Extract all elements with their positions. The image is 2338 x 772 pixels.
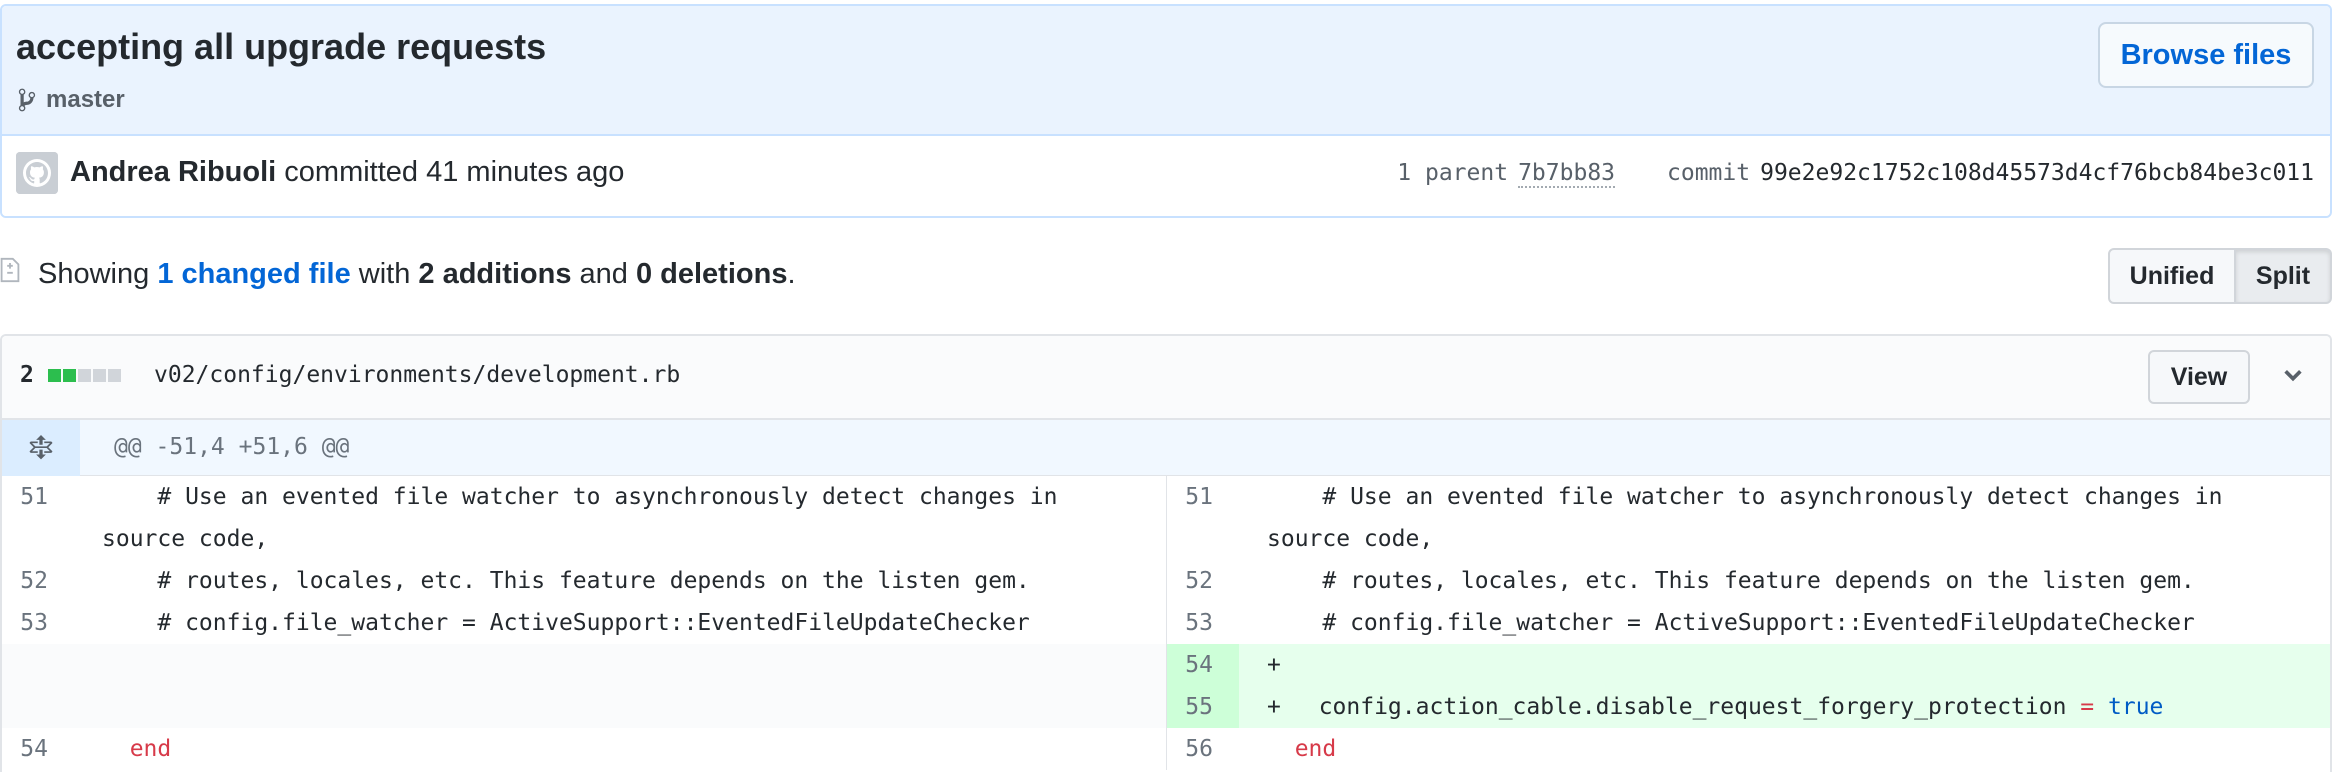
deletions-count: 0 deletions bbox=[635, 258, 788, 290]
line-number[interactable]: 51 bbox=[2, 476, 74, 560]
expand-hunk-button[interactable] bbox=[2, 420, 80, 476]
parent-sha-link[interactable]: 7b7bb83 bbox=[1518, 160, 1616, 188]
branch-label[interactable]: master bbox=[16, 86, 125, 114]
toc-with: with bbox=[350, 258, 419, 290]
line-number[interactable]: 55 bbox=[1167, 686, 1239, 728]
line-number[interactable]: 56 bbox=[1167, 728, 1239, 770]
github-avatar-icon bbox=[16, 152, 58, 194]
diffstat-count: 2 bbox=[20, 362, 34, 388]
diff-row: 54 end bbox=[2, 728, 1166, 770]
view-file-button[interactable]: View bbox=[2148, 350, 2250, 404]
diff-row: 52 # routes, locales, etc. This feature … bbox=[1167, 560, 2330, 602]
line-number[interactable]: 51 bbox=[1167, 476, 1239, 560]
code-line: # config.file_watcher = ActiveSupport::E… bbox=[102, 610, 1030, 636]
commit-sha[interactable]: 99e2e92c1752c108d45573d4cf76bcb84be3c011 bbox=[1760, 160, 2314, 188]
hunk-range: @@ -51,4 +51,6 @@ bbox=[114, 434, 350, 460]
commit-title: accepting all upgrade requests bbox=[16, 26, 547, 67]
diff-right-pane: 51 # Use an evented file watcher to asyn… bbox=[1166, 476, 2330, 770]
browse-files-button[interactable]: Browse files bbox=[2098, 22, 2314, 88]
commit-time: committed 41 minutes ago bbox=[276, 156, 625, 188]
toc-and: and bbox=[571, 258, 636, 290]
unfold-icon bbox=[29, 435, 53, 460]
diff-row: 51 # Use an evented file watcher to asyn… bbox=[2, 476, 1166, 560]
diff-row-added: 55 + config.action_cable.disable_request… bbox=[1167, 686, 2330, 728]
diff-row-added: 54 + bbox=[1167, 644, 2330, 686]
diffstat-blocks bbox=[47, 368, 121, 382]
line-number[interactable]: 53 bbox=[2, 602, 74, 644]
diff-row-empty bbox=[2, 644, 1166, 728]
diff-left-pane: 51 # Use an evented file watcher to asyn… bbox=[2, 476, 1166, 770]
toc-summary: Showing 1 changed file with 2 additions … bbox=[38, 258, 796, 291]
code-line: # Use an evented file watcher to asynchr… bbox=[102, 484, 1072, 552]
branch-name[interactable]: master bbox=[46, 86, 125, 114]
code-literal: true bbox=[2108, 694, 2164, 720]
parent-label: 1 parent bbox=[1397, 160, 1509, 186]
code-line: # Use an evented file watcher to asynchr… bbox=[1267, 484, 2237, 552]
avatar[interactable] bbox=[16, 152, 58, 194]
code-line: # config.file_watcher = ActiveSupport::E… bbox=[1267, 610, 2195, 636]
unified-button[interactable]: Unified bbox=[2108, 248, 2236, 304]
diff-view-toggle: Unified Split bbox=[2108, 248, 2332, 304]
code-line: + bbox=[1239, 644, 2330, 686]
chevron-down-icon[interactable] bbox=[2282, 364, 2304, 386]
toc-period: . bbox=[787, 258, 796, 290]
line-number[interactable]: 52 bbox=[1167, 560, 1239, 602]
code-line: end bbox=[1294, 736, 1337, 762]
file-path[interactable]: v02/config/environments/development.rb bbox=[154, 362, 680, 388]
commit-label: commit bbox=[1667, 160, 1751, 186]
file-diff: 2 v02/config/environments/development.rb… bbox=[0, 334, 2332, 772]
diff-row: 51 # Use an evented file watcher to asyn… bbox=[1167, 476, 2330, 560]
split-button[interactable]: Split bbox=[2236, 248, 2332, 304]
git-branch-icon bbox=[18, 88, 36, 112]
hunk-header: @@ -51,4 +51,6 @@ bbox=[2, 420, 2330, 476]
changed-files-link[interactable]: 1 changed file bbox=[157, 258, 350, 290]
diff-row: 53 # config.file_watcher = ActiveSupport… bbox=[1167, 602, 2330, 644]
diffstat: 2 bbox=[20, 362, 121, 388]
commit-author-line: Andrea Ribuoli committed 41 minutes ago bbox=[70, 156, 624, 189]
addition-sign: + bbox=[1267, 694, 1281, 720]
toc-bar: Showing 1 changed file with 2 additions … bbox=[0, 248, 2332, 306]
code-line: # routes, locales, etc. This feature dep… bbox=[102, 568, 1030, 594]
code-line: # routes, locales, etc. This feature dep… bbox=[1267, 568, 2195, 594]
line-number[interactable]: 53 bbox=[1167, 602, 1239, 644]
sha-block: 1 parent 7b7bb83 commit 99e2e92c1752c108… bbox=[1397, 160, 2314, 188]
code-text: config.action_cable.disable_request_forg… bbox=[1291, 694, 2081, 720]
line-number[interactable]: 54 bbox=[1167, 644, 1239, 686]
author-name[interactable]: Andrea Ribuoli bbox=[70, 156, 276, 188]
toc-showing: Showing bbox=[38, 258, 158, 290]
additions-count: 2 additions bbox=[418, 258, 572, 290]
code-line: + config.action_cable.disable_request_fo… bbox=[1239, 686, 2330, 728]
file-header: 2 v02/config/environments/development.rb… bbox=[2, 336, 2330, 420]
line-number[interactable]: 52 bbox=[2, 560, 74, 602]
diff-row: 56 end bbox=[1167, 728, 2330, 770]
commit-header: accepting all upgrade requests master Br… bbox=[0, 4, 2332, 218]
diff-row: 52 # routes, locales, etc. This feature … bbox=[2, 560, 1166, 602]
diff-row: 53 # config.file_watcher = ActiveSupport… bbox=[2, 602, 1166, 644]
commit-meta: Andrea Ribuoli committed 41 minutes ago … bbox=[2, 136, 2330, 216]
commit-title-bar: accepting all upgrade requests master Br… bbox=[2, 6, 2330, 136]
addition-sign: + bbox=[1267, 652, 1281, 678]
code-operator: = bbox=[2080, 694, 2095, 720]
line-number[interactable]: 54 bbox=[2, 728, 74, 770]
split-diff: 51 # Use an evented file watcher to asyn… bbox=[2, 476, 2330, 770]
diff-icon bbox=[0, 257, 20, 283]
code-line: end bbox=[129, 736, 172, 762]
